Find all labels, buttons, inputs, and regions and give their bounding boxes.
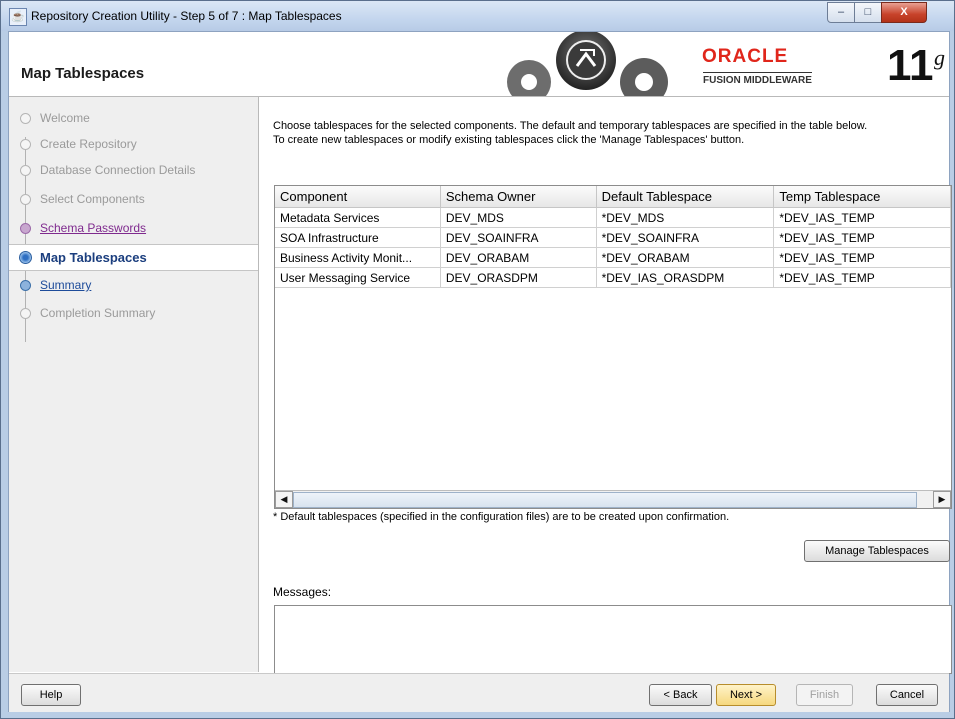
cell-component: Metadata Services [275,207,441,228]
fusion-middleware-label: FUSION MIDDLEWARE [703,72,812,86]
nav-step-label: Database Connection Details [40,163,196,177]
step-indicator-icon [20,194,31,205]
tablespace-grid: Component Schema Owner Default Tablespac… [275,186,951,288]
cell-schema-owner: DEV_ORABAM [440,247,597,268]
nav-step-label: Map Tablespaces [40,250,147,265]
step-indicator-icon [20,113,31,124]
table-header-row: Component Schema Owner Default Tablespac… [275,186,951,208]
dialog-client: Map Tablespaces ORACLE FUSION MIDDLEWARE… [8,31,952,712]
horizontal-scrollbar[interactable]: ◀ ▶ [275,490,951,508]
wizard-footer: Help < Back Next > Finish Cancel [9,673,949,712]
wizard-header: Map Tablespaces ORACLE FUSION MIDDLEWARE… [9,32,949,97]
step-indicator-icon [20,165,31,176]
cell-component: Business Activity Monit... [275,247,441,268]
nav-step-label: Create Repository [40,137,137,151]
tablespace-table: Component Schema Owner Default Tablespac… [274,185,952,509]
version-number: 11 [887,41,934,90]
manage-tablespaces-button[interactable]: Manage Tablespaces [804,540,950,562]
nav-step-label: Welcome [40,111,90,125]
nav-step-label[interactable]: Schema Passwords [40,221,146,235]
cell-default-tablespace[interactable]: *DEV_ORABAM [596,247,775,268]
window-title: Repository Creation Utility - Step 5 of … [31,9,342,23]
column-header-temp-tablespace[interactable]: Temp Tablespace [773,186,951,208]
page-title: Map Tablespaces [21,65,145,82]
close-button[interactable]: X [881,2,927,23]
nav-step-schema-passwords[interactable]: Schema Passwords [9,216,258,241]
step-indicator-icon [20,308,31,319]
cell-schema-owner: DEV_MDS [440,207,597,228]
nav-step-welcome: Welcome [9,106,258,131]
table-row[interactable]: User Messaging Service DEV_ORASDPM *DEV_… [275,267,951,288]
nav-step-completion-summary: Completion Summary [9,301,258,326]
finish-button: Finish [796,684,853,706]
nav-step-create-repository: Create Repository [9,132,258,157]
instructions-line-2: To create new tablespaces or modify exis… [273,134,745,146]
cell-temp-tablespace[interactable]: *DEV_IAS_TEMP [773,267,951,288]
help-button[interactable]: Help [21,684,81,706]
maximize-button[interactable]: □ [854,2,882,23]
cell-component: User Messaging Service [275,267,441,288]
cell-temp-tablespace[interactable]: *DEV_IAS_TEMP [773,207,951,228]
table-row[interactable]: SOA Infrastructure DEV_SOAINFRA *DEV_SOA… [275,227,951,248]
cell-schema-owner: DEV_SOAINFRA [440,227,597,248]
default-tablespace-note: * Default tablespaces (specified in the … [273,511,730,523]
step-navigation: Welcome Create Repository Database Conne… [9,97,259,672]
oracle-logo: ORACLE [702,46,789,67]
table-row[interactable]: Metadata Services DEV_MDS *DEV_MDS *DEV_… [275,207,951,228]
nav-step-map-tablespaces: Map Tablespaces [9,244,258,271]
nav-step-database-connection: Database Connection Details [9,158,258,183]
next-button[interactable]: Next > [716,684,776,706]
instructions: Choose tablespaces for the selected comp… [273,119,949,147]
cell-component: SOA Infrastructure [275,227,441,248]
step-indicator-icon [20,139,31,150]
scrollbar-thumb[interactable] [293,492,917,508]
version-suffix: g [934,45,945,70]
cell-temp-tablespace[interactable]: *DEV_IAS_TEMP [773,247,951,268]
java-app-icon: ☕ [9,8,27,26]
cell-default-tablespace[interactable]: *DEV_MDS [596,207,775,228]
nav-step-label: Completion Summary [40,306,156,320]
current-step-icon [19,251,32,264]
cell-default-tablespace[interactable]: *DEV_IAS_ORASDPM [596,267,775,288]
nav-step-label[interactable]: Summary [40,278,91,292]
nav-step-summary[interactable]: Summary [9,273,258,298]
cancel-button[interactable]: Cancel [876,684,938,706]
back-button[interactable]: < Back [649,684,712,706]
column-header-schema-owner[interactable]: Schema Owner [440,186,597,208]
nav-step-label: Select Components [40,192,145,206]
gears-graphic [507,32,668,96]
step-indicator-icon [20,223,31,234]
table-row[interactable]: Business Activity Monit... DEV_ORABAM *D… [275,247,951,268]
cell-schema-owner: DEV_ORASDPM [440,267,597,288]
title-bar[interactable]: ☕ Repository Creation Utility - Step 5 o… [1,1,954,31]
cell-default-tablespace[interactable]: *DEV_SOAINFRA [596,227,775,248]
scroll-right-icon[interactable]: ▶ [933,491,951,508]
messages-area[interactable] [274,605,952,674]
column-header-component[interactable]: Component [275,186,441,208]
cell-temp-tablespace[interactable]: *DEV_IAS_TEMP [773,227,951,248]
scroll-left-icon[interactable]: ◀ [275,491,293,508]
nav-step-select-components: Select Components [9,187,258,212]
step-indicator-icon [20,280,31,291]
column-header-default-tablespace[interactable]: Default Tablespace [596,186,775,208]
minimize-button[interactable]: – [827,2,855,23]
app-window: ☕ Repository Creation Utility - Step 5 o… [0,0,955,719]
instructions-line-1: Choose tablespaces for the selected comp… [273,120,868,132]
messages-label: Messages: [273,585,332,599]
